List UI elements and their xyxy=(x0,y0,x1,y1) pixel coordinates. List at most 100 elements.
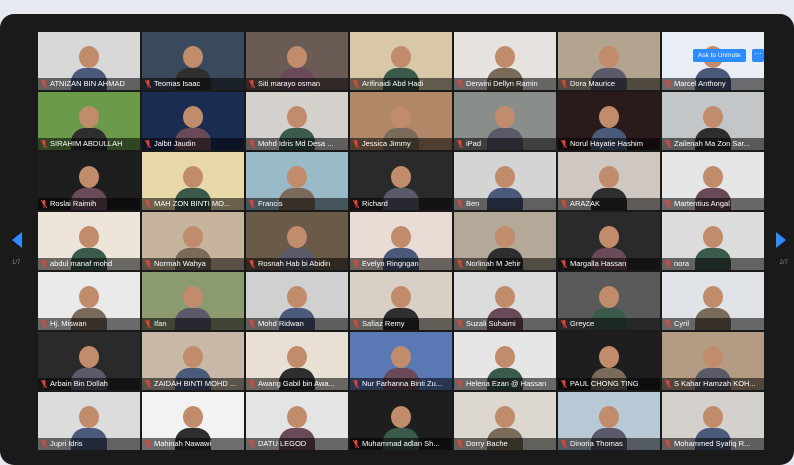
person-head-icon xyxy=(79,406,99,428)
participant-tile[interactable]: Dinoria Thomas xyxy=(558,392,660,450)
participant-tile[interactable]: Hj. Miswan xyxy=(38,272,140,330)
participant-tile[interactable]: Siti marayo osman xyxy=(246,32,348,90)
name-bar: ARAZAK xyxy=(558,198,660,210)
person-head-icon xyxy=(79,46,99,68)
person-head-icon xyxy=(79,106,99,128)
participant-tile[interactable]: Derwini Dellyn Ramin xyxy=(454,32,556,90)
participant-tile[interactable]: Jalbit Jaudin xyxy=(142,92,244,150)
participant-tile[interactable]: Helena Ezan @ Hassan xyxy=(454,332,556,390)
participant-name: iPad xyxy=(466,139,482,148)
participant-name: Jupri Idris xyxy=(50,439,83,448)
person-head-icon xyxy=(703,346,723,368)
participant-tile[interactable]: Mohammed Syafiq R... xyxy=(662,392,764,450)
participant-tile[interactable]: Martentius Angal xyxy=(662,152,764,210)
participant-tile[interactable]: Safiaz Remy xyxy=(350,272,452,330)
muted-mic-icon xyxy=(457,200,463,208)
participant-tile[interactable]: SIRAHIM ABDULLAH xyxy=(38,92,140,150)
participant-tile[interactable]: Richard xyxy=(350,152,452,210)
person-head-icon xyxy=(599,166,619,188)
participant-tile[interactable]: Margalla Hassan xyxy=(558,212,660,270)
participant-tile[interactable]: Suzali Suhaimi xyxy=(454,272,556,330)
person-head-icon xyxy=(183,286,203,308)
participant-tile[interactable]: Rosnah Hab bi Abidin xyxy=(246,212,348,270)
participant-tile[interactable]: Teomas Isaac xyxy=(142,32,244,90)
participant-tile[interactable]: Greyce xyxy=(558,272,660,330)
name-bar: Ben xyxy=(454,198,556,210)
participant-tile[interactable]: Evelyn Ringngan xyxy=(350,212,452,270)
person-head-icon xyxy=(287,286,307,308)
muted-mic-icon xyxy=(353,320,359,328)
participant-tile[interactable]: DATU LEGOD xyxy=(246,392,348,450)
participant-name: Richard xyxy=(362,199,388,208)
participant-name: PAUL CHONG TING xyxy=(570,379,639,388)
participant-tile[interactable]: Jessica Jimmy xyxy=(350,92,452,150)
participant-name: abdul manaf mohd xyxy=(50,259,113,268)
participant-tile[interactable]: Jupri Idris xyxy=(38,392,140,450)
participant-tile[interactable]: Cyril xyxy=(662,272,764,330)
participant-name: SIRAHIM ABDULLAH xyxy=(50,139,123,148)
participant-name: Nur Farhanna Binti Zu... xyxy=(362,379,443,388)
participant-tile[interactable]: PAUL CHONG TING xyxy=(558,332,660,390)
muted-mic-icon xyxy=(561,260,567,268)
person-head-icon xyxy=(183,46,203,68)
muted-mic-icon xyxy=(145,80,151,88)
person-head-icon xyxy=(79,286,99,308)
participant-tile[interactable]: Mohd Ridwan xyxy=(246,272,348,330)
participant-tile[interactable]: Muhammad adlan Sh... xyxy=(350,392,452,450)
participant-tile[interactable]: Ifan xyxy=(142,272,244,330)
participant-tile[interactable]: ARAZAK xyxy=(558,152,660,210)
participant-tile[interactable]: Normah Wahya xyxy=(142,212,244,270)
previous-page-arrow-icon[interactable] xyxy=(12,232,22,248)
participant-tile[interactable]: Arifinaidi Abd Hadi xyxy=(350,32,452,90)
participant-tile[interactable]: Norlinah M Jehir xyxy=(454,212,556,270)
muted-mic-icon xyxy=(249,380,255,388)
participant-tile[interactable]: ATNIZAN BIN AHMAD xyxy=(38,32,140,90)
muted-mic-icon xyxy=(457,320,463,328)
participant-tile[interactable]: Norul Hayatie Hashim xyxy=(558,92,660,150)
participant-tile[interactable]: Dorry Bache xyxy=(454,392,556,450)
person-head-icon xyxy=(599,406,619,428)
muted-mic-icon xyxy=(665,80,671,88)
participant-name: Evelyn Ringngan xyxy=(362,259,419,268)
name-bar: Dorry Bache xyxy=(454,438,556,450)
participant-tile[interactable]: MAH ZON BINTI MO... xyxy=(142,152,244,210)
name-bar: Safiaz Remy xyxy=(350,318,452,330)
name-bar: ATNIZAN BIN AHMAD xyxy=(38,78,140,90)
participant-tile[interactable]: Ben xyxy=(454,152,556,210)
muted-mic-icon xyxy=(665,140,671,148)
participant-tile[interactable]: Nur Farhanna Binti Zu... xyxy=(350,332,452,390)
participant-tile[interactable]: Francis xyxy=(246,152,348,210)
next-page-arrow-icon[interactable] xyxy=(776,232,786,248)
participant-name: Jessica Jimmy xyxy=(362,139,411,148)
muted-mic-icon xyxy=(353,80,359,88)
muted-mic-icon xyxy=(41,140,47,148)
participant-name: Dora Maurice xyxy=(570,79,616,88)
muted-mic-icon xyxy=(665,320,671,328)
participant-tile[interactable]: Mohd Idris Md Desa ... xyxy=(246,92,348,150)
participant-tile[interactable]: abdul manaf mohd xyxy=(38,212,140,270)
participant-tile[interactable]: ZAIDAH BINTI MOHD ... xyxy=(142,332,244,390)
name-bar: Siti marayo osman xyxy=(246,78,348,90)
participant-tile[interactable]: Roslai Raimih xyxy=(38,152,140,210)
participant-tile[interactable]: Zailenah Ma Zon Sar... xyxy=(662,92,764,150)
muted-mic-icon xyxy=(249,260,255,268)
person-head-icon xyxy=(495,46,515,68)
name-bar: Derwini Dellyn Ramin xyxy=(454,78,556,90)
participant-name: Zailenah Ma Zon Sar... xyxy=(674,139,750,148)
participant-tile[interactable]: nora xyxy=(662,212,764,270)
participant-tile[interactable]: Mahinah Nawawi xyxy=(142,392,244,450)
participant-tile[interactable]: Dora Maurice xyxy=(558,32,660,90)
participant-tile[interactable]: S Kahar Hamzah KOH... xyxy=(662,332,764,390)
muted-mic-icon xyxy=(145,440,151,448)
participant-tile[interactable]: Arbain Bin Dollah xyxy=(38,332,140,390)
participant-name: Norlinah M Jehir xyxy=(466,259,521,268)
ask-to-unmute-button[interactable]: Ask to Unmute xyxy=(693,49,746,62)
name-bar: Zailenah Ma Zon Sar... xyxy=(662,138,764,150)
more-options-button[interactable]: ··· xyxy=(752,49,764,62)
participant-tile[interactable]: Awang Gabil bin Awa... xyxy=(246,332,348,390)
person-head-icon xyxy=(495,286,515,308)
participant-tile[interactable]: iPad xyxy=(454,92,556,150)
name-bar: Normah Wahya xyxy=(142,258,244,270)
participant-name: Rosnah Hab bi Abidin xyxy=(258,259,331,268)
person-head-icon xyxy=(495,106,515,128)
